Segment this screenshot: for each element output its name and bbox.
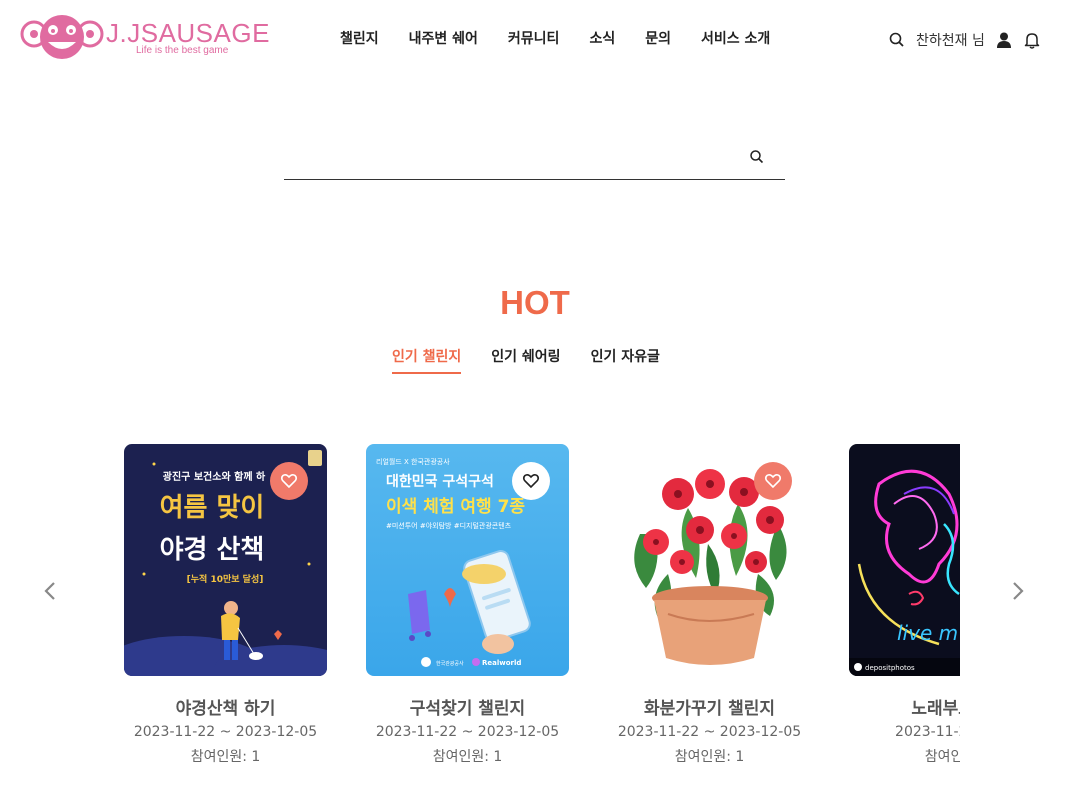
card-title[interactable]: 노래부르기 bbox=[849, 694, 960, 719]
main-nav: 챌린지 내주변 쉐어 커뮤니티 소식 문의 서비스 소개 bbox=[340, 28, 800, 52]
nav-item-inquiry[interactable]: 문의 bbox=[645, 28, 671, 52]
challenge-card[interactable]: 화분가꾸기 챌린지 2023-11-22 ~ 2023-12-05 참여인원: … bbox=[608, 444, 811, 774]
challenge-card[interactable]: 리얼월드 X 한국관광공사 대한민국 구석구석 이색 체험 여행 7종 #미션투… bbox=[366, 444, 569, 774]
search-input[interactable] bbox=[284, 144, 734, 174]
card-title[interactable]: 야경산책 하기 bbox=[124, 694, 327, 719]
thumb-top-text: 리얼월드 X 한국관광공사 bbox=[376, 457, 450, 466]
card-date-range: 2023-11-22 ~ 2 bbox=[895, 724, 960, 740]
site-logo[interactable]: J.JSAUSAGE Life is the best game bbox=[20, 12, 270, 64]
search-icon[interactable] bbox=[888, 31, 906, 49]
search-submit-button[interactable] bbox=[746, 146, 768, 168]
like-button[interactable] bbox=[512, 462, 550, 500]
sausage-face-icon bbox=[20, 15, 104, 59]
thumb-watermark: depositphotos bbox=[865, 664, 915, 672]
heart-icon bbox=[522, 473, 540, 489]
card-date-range: 2023-11-22 ~ 2023-12-05 bbox=[617, 724, 802, 740]
card-date-range: 2023-11-22 ~ 2023-12-05 bbox=[375, 724, 560, 740]
card-participants: 참여인원 bbox=[924, 749, 960, 765]
challenge-thumbnail[interactable]: live m depositphotos bbox=[849, 444, 960, 676]
nav-item-nearby-share[interactable]: 내주변 쉐어 bbox=[409, 28, 478, 52]
thumb-footer-right: Realworld bbox=[482, 659, 521, 667]
card-participants: 참여인원: 1 bbox=[190, 749, 261, 765]
thumb-line1: 대한민국 구석구석 bbox=[386, 473, 494, 490]
person-icon[interactable] bbox=[995, 31, 1013, 49]
bell-icon[interactable] bbox=[1023, 31, 1041, 49]
like-button[interactable] bbox=[754, 462, 792, 500]
site-header: J.JSAUSAGE Life is the best game 챌린지 내주변… bbox=[0, 0, 1076, 80]
heart-icon bbox=[764, 473, 782, 489]
carousel-prev-button[interactable] bbox=[38, 576, 62, 606]
card-participants: 참여인원: 1 bbox=[432, 749, 503, 765]
challenge-card[interactable]: live m depositphotos 노래부르기 2023-11-22 ~ … bbox=[849, 444, 960, 774]
nav-item-challenge[interactable]: 챌린지 bbox=[340, 28, 379, 52]
thumb-line1: 여름 맞이 bbox=[160, 493, 265, 523]
thumb-top-text: 광진구 보건소와 함께 하 bbox=[163, 470, 266, 483]
card-title[interactable]: 화분가꾸기 챌린지 bbox=[608, 694, 811, 719]
main-search bbox=[284, 140, 785, 180]
chevron-right-icon bbox=[1013, 582, 1024, 600]
card-participants: 참여인원: 1 bbox=[674, 749, 745, 765]
like-button[interactable] bbox=[270, 462, 308, 500]
tab-popular-free-post[interactable]: 인기 자유글 bbox=[591, 346, 660, 374]
hot-tabs: 인기 챌린지 인기 쉐어링 인기 자유글 bbox=[392, 346, 690, 374]
tab-popular-challenge[interactable]: 인기 챌린지 bbox=[392, 346, 462, 374]
card-date-range: 2023-11-22 ~ 2023-12-05 bbox=[133, 724, 318, 740]
card-title[interactable]: 구석찾기 챌린지 bbox=[366, 694, 569, 719]
thumb-footer-left: 한국관광공사 bbox=[436, 660, 464, 667]
user-name[interactable]: 찬하천재 님 bbox=[916, 30, 985, 50]
user-area: 찬하천재 님 bbox=[888, 28, 1041, 52]
carousel-next-button[interactable] bbox=[1006, 576, 1030, 606]
chevron-left-icon bbox=[44, 582, 55, 600]
challenge-card[interactable]: 광진구 보건소와 함께 하 여름 맞이 야경 산책 [누적 10만보 달성] 야… bbox=[124, 444, 327, 774]
nav-item-about[interactable]: 서비스 소개 bbox=[701, 28, 770, 52]
thumb-badge: [누적 10만보 달성] bbox=[187, 573, 264, 585]
thumb-neon-text: live m bbox=[897, 621, 958, 645]
tab-popular-sharing[interactable]: 인기 쉐어링 bbox=[491, 346, 560, 374]
heart-icon bbox=[280, 473, 298, 489]
challenge-carousel: 광진구 보건소와 함께 하 여름 맞이 야경 산책 [누적 10만보 달성] 야… bbox=[124, 444, 960, 774]
thumb-line2: 야경 산책 bbox=[160, 535, 265, 565]
nav-item-community[interactable]: 커뮤니티 bbox=[508, 28, 560, 52]
nav-item-news[interactable]: 소식 bbox=[589, 28, 615, 52]
hot-section-title: HOT bbox=[500, 284, 570, 321]
thumb-line2: 이색 체험 여행 7종 bbox=[386, 496, 525, 517]
thumb-hashtags: #미션투어 #야외탐방 #디지털관광콘텐츠 bbox=[386, 521, 512, 530]
logo-tagline: Life is the best game bbox=[136, 45, 229, 56]
